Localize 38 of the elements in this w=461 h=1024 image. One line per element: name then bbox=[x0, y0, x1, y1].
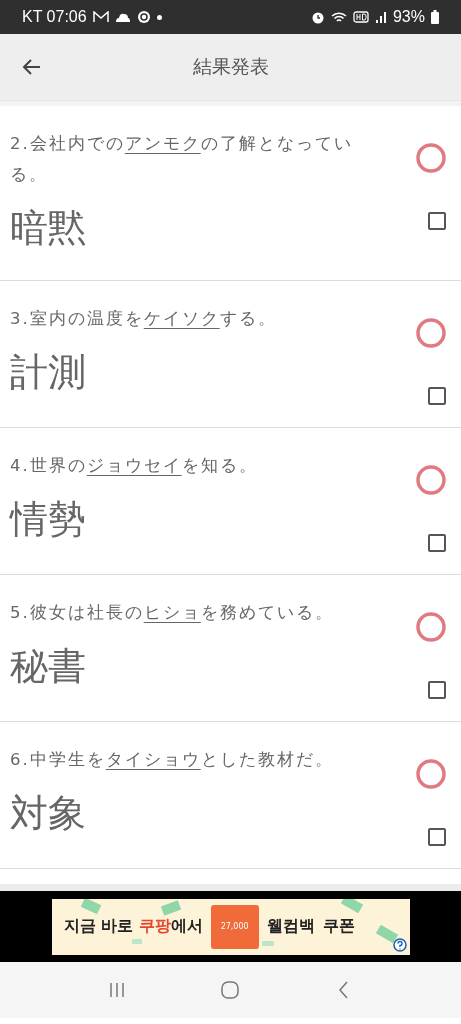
correct-circle-icon bbox=[415, 142, 447, 174]
page-title: 結果発表 bbox=[192, 55, 269, 77]
ad-headline-tail: 쿠폰 bbox=[322, 916, 355, 937]
checkbox[interactable] bbox=[428, 387, 446, 405]
alarm-icon bbox=[310, 10, 325, 24]
ad-headline: 웰컴백 bbox=[266, 916, 315, 937]
answer-kanji: 対象 bbox=[10, 790, 86, 837]
checkbox[interactable] bbox=[428, 212, 446, 230]
home-icon[interactable] bbox=[219, 979, 242, 1001]
correct-circle-icon bbox=[415, 611, 447, 643]
question-sentence: 2.会社内での アンモク の了解となっている。 bbox=[10, 133, 354, 186]
question-sentence: 3.室内の温度をケイソク する。 bbox=[10, 308, 278, 330]
question-sentence: 5.彼女は社長の ヒショ を務めている。 bbox=[10, 602, 335, 624]
signal-icon bbox=[374, 11, 387, 23]
answer-kanji: 計測 bbox=[10, 349, 86, 396]
coupon-card: 27,000 bbox=[210, 904, 259, 949]
battery-percent: 93% bbox=[392, 8, 425, 26]
help-icon[interactable] bbox=[392, 937, 407, 952]
answer-kanji: 情勢 bbox=[10, 496, 86, 543]
answer-kanji: 秘書 bbox=[10, 643, 86, 690]
dot-icon bbox=[156, 14, 162, 20]
ad-text: 지금 바로 쿠팡에서 bbox=[63, 916, 203, 937]
checkbox[interactable] bbox=[428, 681, 446, 699]
wifi-icon bbox=[330, 10, 347, 24]
question-sentence: 6.中学生を タイショウ とした教材だ。 bbox=[10, 749, 335, 771]
app-icon bbox=[136, 10, 151, 24]
answer-kanji: 暗黙 bbox=[10, 205, 86, 252]
hd-icon bbox=[352, 11, 369, 23]
question-sentence: 4.世界の ジョウセイ を知る。 bbox=[10, 455, 259, 477]
status-time: KT 07:06 bbox=[22, 8, 87, 26]
correct-circle-icon bbox=[415, 317, 447, 349]
cloud-icon bbox=[114, 12, 131, 22]
correct-circle-icon bbox=[415, 464, 447, 496]
correct-circle-icon bbox=[415, 758, 447, 790]
mail-icon bbox=[92, 11, 109, 23]
checkbox[interactable] bbox=[428, 534, 446, 552]
battery-icon bbox=[431, 10, 439, 24]
checkbox[interactable] bbox=[428, 828, 446, 846]
